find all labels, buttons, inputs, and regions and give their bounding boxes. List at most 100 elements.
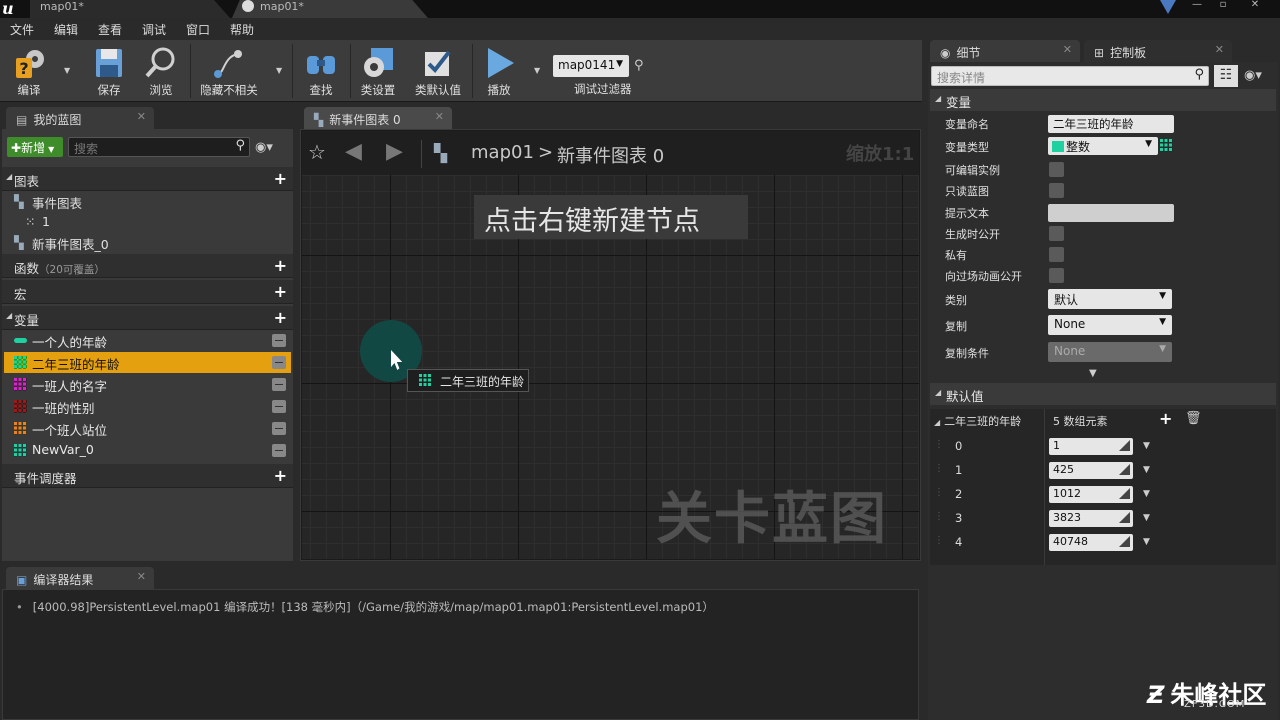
- add-dispatcher-button[interactable]: +: [274, 466, 287, 485]
- tooltip-input[interactable]: [1048, 204, 1174, 222]
- view-options-eye-icon[interactable]: ◉▾: [1244, 68, 1262, 83]
- close-icon[interactable]: ✕: [435, 110, 444, 123]
- tab-compiler-results[interactable]: ▣ 编译器结果 ✕: [6, 567, 154, 589]
- resize-handle-icon[interactable]: [1119, 488, 1130, 499]
- category-macros[interactable]: 宏 +: [2, 280, 293, 304]
- instance-editable-checkbox[interactable]: [1049, 162, 1064, 177]
- maximize-button[interactable]: ▫: [1214, 0, 1232, 12]
- blueprint-readonly-checkbox[interactable]: [1049, 183, 1064, 198]
- variable-type-select[interactable]: 整数 ▼: [1048, 137, 1158, 155]
- drag-handle-icon[interactable]: ⋮: [934, 511, 944, 522]
- replication-condition-select[interactable]: None ▼: [1048, 342, 1172, 362]
- array-element-input[interactable]: 3823: [1049, 510, 1133, 527]
- section-variable[interactable]: ◢ 变量: [930, 89, 1276, 111]
- find-button[interactable]: 查找: [292, 42, 350, 100]
- tab-my-blueprint[interactable]: ▤ 我的蓝图 ✕: [6, 107, 154, 129]
- visibility-eye-icon[interactable]: [272, 422, 286, 435]
- close-icon[interactable]: ✕: [137, 110, 146, 123]
- trash-icon[interactable]: 🗑: [1185, 411, 1202, 426]
- property-matrix-icon[interactable]: ☷: [1214, 65, 1238, 87]
- tab-palette[interactable]: ⊞ 控制板 ✕: [1084, 40, 1232, 62]
- array-element-input[interactable]: 1012: [1049, 486, 1133, 503]
- drag-handle-icon[interactable]: ⋮: [934, 535, 944, 546]
- visibility-eye-icon[interactable]: [272, 356, 286, 369]
- category-select[interactable]: 默认 ▼: [1048, 289, 1172, 309]
- notification-icon[interactable]: [1160, 0, 1176, 14]
- search-icon[interactable]: ⚲: [634, 58, 644, 73]
- variable-row[interactable]: 一个人的年龄: [4, 330, 291, 351]
- variable-row[interactable]: 一班的性别: [4, 396, 291, 417]
- element-options-chevron-icon[interactable]: ▼: [1143, 489, 1150, 499]
- favorite-star-icon[interactable]: ☆: [308, 140, 326, 164]
- category-graphs[interactable]: ◢ 图表 +: [2, 167, 293, 191]
- compile-options-arrow[interactable]: ▼: [64, 66, 74, 76]
- add-graph-button[interactable]: +: [274, 169, 287, 188]
- play-options-arrow[interactable]: ▼: [534, 66, 544, 76]
- compile-button[interactable]: ? 编译: [0, 42, 58, 100]
- section-default-value[interactable]: ◢ 默认值: [930, 383, 1276, 405]
- category-event-dispatchers[interactable]: 事件调度器 +: [2, 464, 293, 488]
- close-icon[interactable]: ✕: [1215, 43, 1224, 56]
- breadcrumb-leaf[interactable]: 新事件图表 0: [557, 142, 664, 168]
- browse-button[interactable]: 浏览: [132, 42, 190, 100]
- hide-unrelated-options-arrow[interactable]: ▼: [276, 66, 286, 76]
- play-button[interactable]: 播放: [470, 42, 528, 100]
- variable-row[interactable]: 一班人的名字: [4, 374, 291, 395]
- menu-file[interactable]: 文件: [10, 21, 34, 38]
- show-advanced-arrow-icon[interactable]: ▼: [1089, 368, 1097, 379]
- tab-details[interactable]: ◉ 细节 ✕: [930, 40, 1080, 62]
- expose-cinematics-checkbox[interactable]: [1049, 268, 1064, 283]
- view-options-eye-icon[interactable]: ◉▾: [255, 140, 273, 155]
- resize-handle-icon[interactable]: [1119, 512, 1130, 523]
- private-checkbox[interactable]: [1049, 247, 1064, 262]
- resize-handle-icon[interactable]: [1119, 440, 1130, 451]
- minimize-button[interactable]: —: [1188, 0, 1206, 12]
- tree-item-event-node[interactable]: ⁙ 1: [2, 212, 293, 232]
- menu-help[interactable]: 帮助: [230, 21, 254, 38]
- array-element-input[interactable]: 1: [1049, 438, 1133, 455]
- close-button[interactable]: ✕: [1246, 0, 1264, 12]
- forward-arrow-icon[interactable]: ▶: [386, 139, 403, 164]
- drag-handle-icon[interactable]: ⋮: [934, 463, 944, 474]
- add-function-button[interactable]: +: [274, 256, 287, 275]
- tree-item-event-graph[interactable]: ▚ 事件图表: [2, 191, 293, 211]
- close-icon[interactable]: ✕: [137, 570, 146, 583]
- visibility-eye-icon[interactable]: [272, 334, 286, 347]
- variable-row[interactable]: 二年三班的年龄: [4, 352, 291, 373]
- breadcrumb-root[interactable]: map01: [471, 142, 534, 163]
- variable-name-input[interactable]: 二年三班的年龄: [1048, 115, 1174, 133]
- visibility-eye-icon[interactable]: [272, 400, 286, 413]
- add-array-element-button[interactable]: +: [1159, 409, 1172, 428]
- element-options-chevron-icon[interactable]: ▼: [1143, 441, 1150, 451]
- details-search-input[interactable]: 搜索详情 ⚲: [931, 66, 1209, 86]
- visibility-eye-icon[interactable]: [272, 378, 286, 391]
- element-options-chevron-icon[interactable]: ▼: [1143, 465, 1150, 475]
- resize-handle-icon[interactable]: [1119, 464, 1130, 475]
- resize-handle-icon[interactable]: [1119, 536, 1130, 547]
- back-arrow-icon[interactable]: ◀: [345, 139, 362, 164]
- add-variable-button[interactable]: +: [274, 308, 287, 327]
- replication-select[interactable]: None ▼: [1048, 315, 1172, 335]
- tree-item-new-event-graph[interactable]: ▚ 新事件图表_0: [2, 232, 293, 252]
- array-element-input[interactable]: 425: [1049, 462, 1133, 479]
- save-button[interactable]: 保存: [80, 42, 138, 100]
- class-defaults-button[interactable]: 类默认值: [409, 42, 467, 100]
- menu-window[interactable]: 窗口: [186, 21, 210, 38]
- array-element-input[interactable]: 40748: [1049, 534, 1133, 551]
- drag-handle-icon[interactable]: ⋮: [934, 487, 944, 498]
- document-tab-2[interactable]: map01*: [232, 0, 428, 18]
- menu-view[interactable]: 查看: [98, 21, 122, 38]
- close-icon[interactable]: ✕: [1063, 43, 1072, 56]
- visibility-eye-icon[interactable]: [272, 444, 286, 457]
- expose-on-spawn-checkbox[interactable]: [1049, 226, 1064, 241]
- drag-handle-icon[interactable]: ⋮: [934, 439, 944, 450]
- add-macro-button[interactable]: +: [274, 282, 287, 301]
- hide-unrelated-button[interactable]: 隐藏不相关: [194, 42, 264, 100]
- add-new-button[interactable]: ✚新增 ▼: [7, 137, 63, 157]
- document-tab-1[interactable]: map01*: [30, 0, 230, 18]
- class-settings-button[interactable]: 类设置: [349, 42, 407, 100]
- element-options-chevron-icon[interactable]: ▼: [1143, 513, 1150, 523]
- blueprint-search-input[interactable]: 搜索 ⚲: [68, 137, 250, 157]
- container-type-array-icon[interactable]: [1160, 139, 1173, 152]
- category-functions[interactable]: 函数（20可覆盖） +: [2, 254, 293, 278]
